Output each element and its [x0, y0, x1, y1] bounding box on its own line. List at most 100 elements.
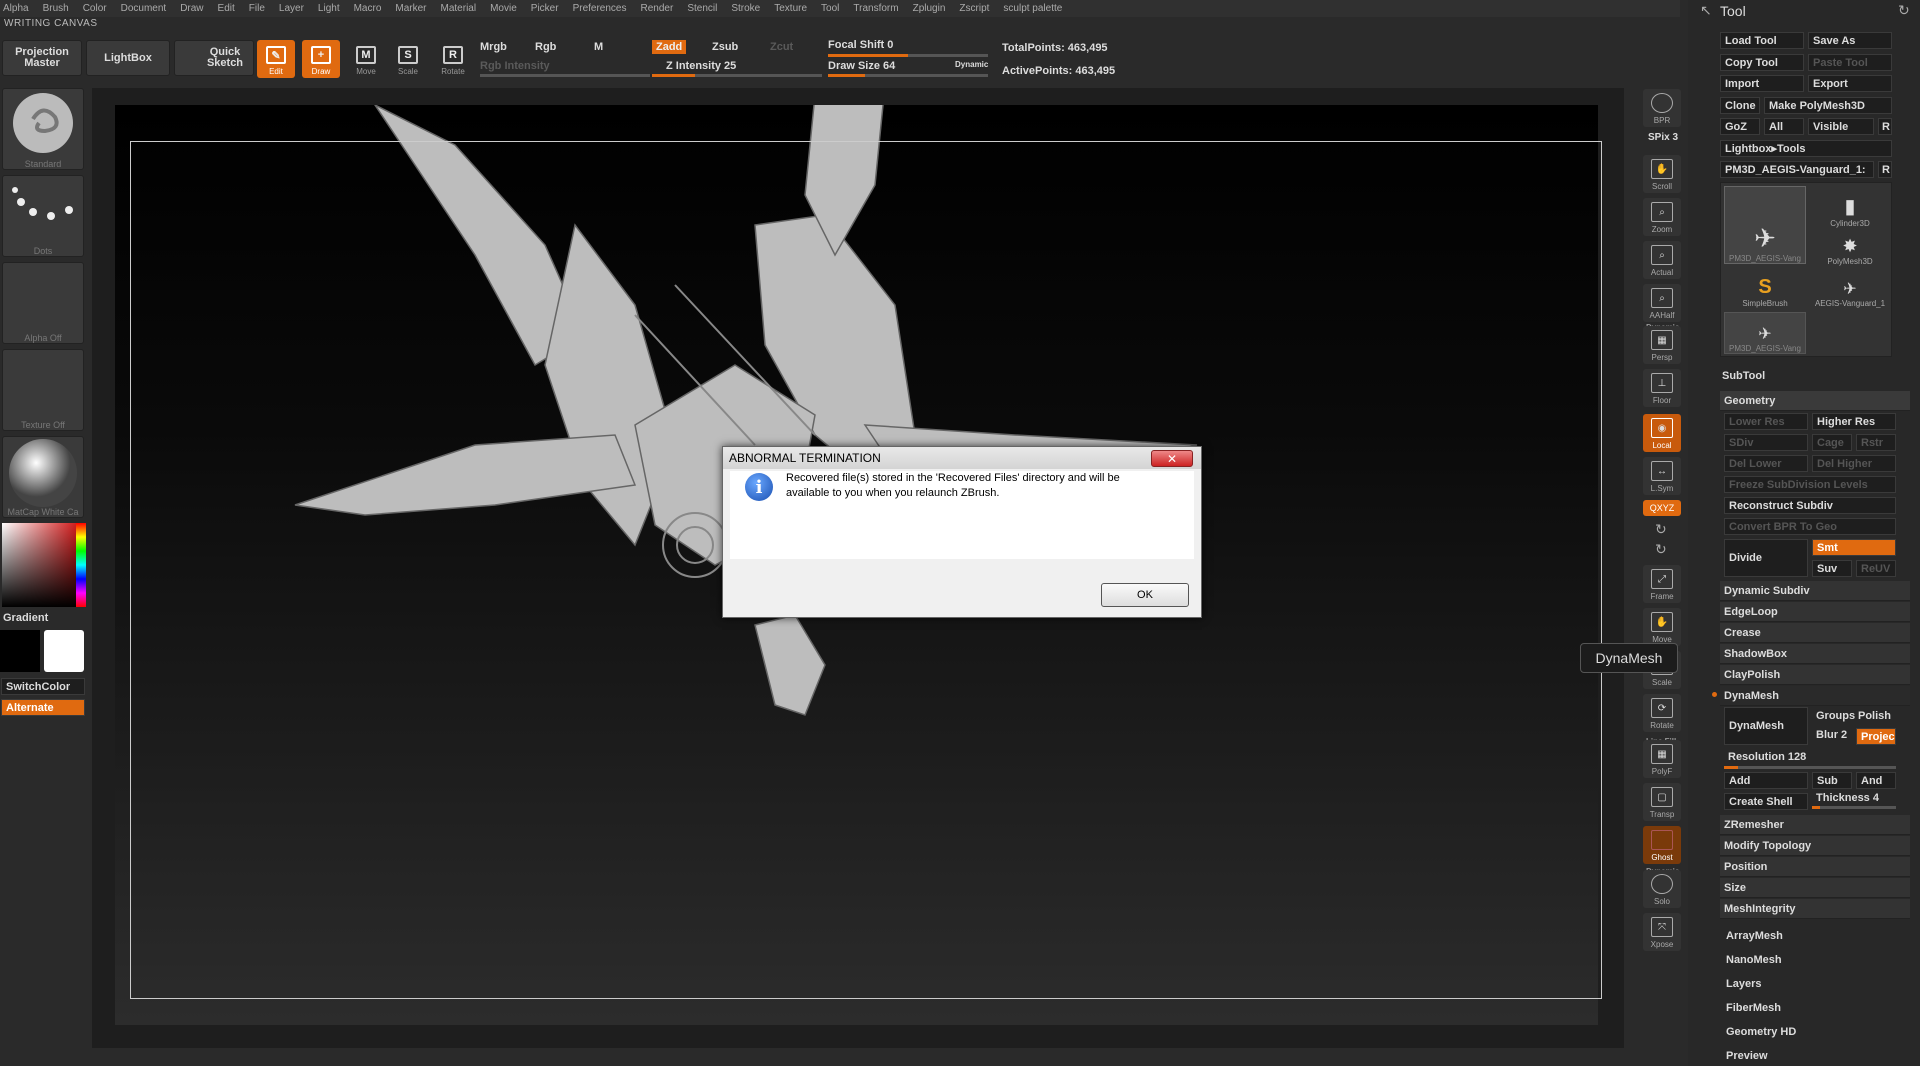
menu-stroke[interactable]: Stroke — [731, 3, 760, 14]
and-button[interactable]: And — [1856, 772, 1896, 789]
r-button[interactable]: R — [1878, 118, 1892, 135]
load-tool-button[interactable]: Load Tool — [1720, 32, 1804, 49]
sdiv-slider[interactable]: SDiv — [1724, 434, 1808, 451]
alpha-thumbnail[interactable]: Alpha Off — [2, 262, 84, 344]
switch-color-button[interactable]: SwitchColor — [1, 678, 85, 695]
tool-thumb-pm3d[interactable]: ✈ PM3D_AEGIS-Vang — [1724, 312, 1806, 354]
crease-section[interactable]: Crease — [1720, 623, 1910, 643]
claypolish-section[interactable]: ClayPolish — [1720, 665, 1910, 685]
resolution-track[interactable] — [1724, 766, 1896, 769]
make-polymesh-button[interactable]: Make PolyMesh3D — [1764, 97, 1892, 114]
smt-toggle[interactable]: Smt — [1812, 539, 1896, 556]
polish-toggle[interactable]: Polish — [1858, 710, 1891, 722]
edgeloop-section[interactable]: EdgeLoop — [1720, 602, 1910, 622]
floor-button[interactable]: ⊥ Floor — [1643, 369, 1681, 407]
menu-marker[interactable]: Marker — [395, 3, 426, 14]
local-button[interactable]: ◉ Local — [1643, 414, 1681, 452]
import-button[interactable]: Import — [1720, 75, 1804, 92]
position-section[interactable]: Position — [1720, 857, 1910, 877]
paste-tool-button[interactable]: Paste Tool — [1808, 54, 1892, 71]
draw-button[interactable]: + Draw — [302, 40, 340, 78]
m-toggle[interactable]: M — [594, 41, 603, 53]
zremesher-section[interactable]: ZRemesher — [1720, 815, 1910, 835]
dynamic-toggle[interactable]: Dynamic — [955, 60, 988, 69]
transp-button[interactable]: ▢ Transp — [1643, 783, 1681, 821]
freeze-subdivision-button[interactable]: Freeze SubDivision Levels — [1724, 476, 1896, 493]
scroll-button[interactable]: ✋ Scroll — [1643, 155, 1681, 193]
projection-master-button[interactable]: Projection Master — [2, 40, 82, 76]
menu-file[interactable]: File — [249, 3, 265, 14]
rgb-intensity-slider[interactable]: Rgb Intensity — [480, 60, 550, 72]
aahalf-button[interactable]: ⌕ AAHalf — [1643, 284, 1681, 322]
divide-button[interactable]: Divide — [1724, 539, 1808, 577]
move-button[interactable]: M Move — [347, 40, 385, 78]
texture-thumbnail[interactable]: Texture Off — [2, 349, 84, 431]
menu-zplugin[interactable]: Zplugin — [913, 3, 946, 14]
resolution-slider[interactable]: Resolution 128 — [1728, 751, 1806, 763]
ok-button[interactable]: OK — [1101, 583, 1189, 607]
rgb-toggle[interactable]: Rgb — [535, 41, 556, 53]
bpr-button[interactable]: BPR — [1643, 89, 1681, 127]
xyz-toggle[interactable]: QXYZ — [1643, 500, 1681, 516]
scale-button[interactable]: S Scale — [389, 40, 427, 78]
subtool-header[interactable]: SubTool — [1722, 370, 1765, 382]
all-button[interactable]: All — [1764, 118, 1804, 135]
rotate-y-icon[interactable]: ↻ — [1655, 521, 1667, 538]
export-button[interactable]: Export — [1808, 75, 1892, 92]
menu-movie[interactable]: Movie — [490, 3, 517, 14]
tool-thumb-polymesh[interactable]: ✸ PolyMesh3D — [1810, 230, 1890, 266]
focal-shift-slider[interactable]: Focal Shift 0 — [828, 39, 893, 51]
convert-bpr-button[interactable]: Convert BPR To Geo — [1724, 518, 1896, 535]
thickness-track[interactable] — [1812, 806, 1896, 809]
menu-sculpt-palette[interactable]: sculpt palette — [1003, 3, 1062, 14]
menu-preferences[interactable]: Preferences — [573, 3, 627, 14]
menu-document[interactable]: Document — [121, 3, 167, 14]
ghost-button[interactable]: Ghost — [1643, 826, 1681, 864]
primary-color-swatch[interactable] — [0, 630, 40, 672]
copy-tool-button[interactable]: Copy Tool — [1720, 54, 1804, 71]
lsym-button[interactable]: ↔ L.Sym — [1643, 457, 1681, 495]
clone-button[interactable]: Clone — [1720, 97, 1760, 114]
actual-button[interactable]: ⌕ Actual — [1643, 241, 1681, 279]
menu-stencil[interactable]: Stencil — [687, 3, 717, 14]
color-picker[interactable] — [2, 523, 86, 607]
menu-edit[interactable]: Edit — [218, 3, 235, 14]
menu-tool[interactable]: Tool — [821, 3, 839, 14]
meshintegrity-section[interactable]: MeshIntegrity — [1720, 899, 1910, 919]
brush-thumbnail[interactable]: Standard — [2, 88, 84, 170]
rotate-z-icon[interactable]: ↻ — [1655, 541, 1667, 558]
rgb-intensity-track[interactable] — [480, 74, 650, 77]
tool-thumb-aegis[interactable]: ✈ AEGIS-Vanguard_1 — [1810, 268, 1890, 308]
sub-button[interactable]: Sub — [1812, 772, 1852, 789]
menu-light[interactable]: Light — [318, 3, 340, 14]
menu-render[interactable]: Render — [641, 3, 674, 14]
alternate-button[interactable]: Alternate — [1, 699, 85, 716]
visible-button[interactable]: Visible — [1808, 118, 1874, 135]
lightbox-button[interactable]: LightBox — [86, 40, 170, 76]
geometry-header[interactable]: Geometry — [1720, 391, 1910, 411]
material-thumbnail[interactable]: MatCap White Ca — [2, 436, 84, 518]
tool-thumb-simplebrush[interactable]: S SimpleBrush — [1724, 268, 1806, 308]
fibermesh-header[interactable]: FiberMesh — [1726, 1002, 1781, 1014]
dynamesh-section[interactable]: DynaMesh — [1720, 686, 1910, 706]
dynamesh-button[interactable]: DynaMesh — [1724, 707, 1808, 745]
del-lower-button[interactable]: Del Lower — [1724, 455, 1808, 472]
cage-button[interactable]: Cage — [1812, 434, 1852, 451]
shadowbox-section[interactable]: ShadowBox — [1720, 644, 1910, 664]
layers-header[interactable]: Layers — [1726, 978, 1761, 990]
quick-sketch-button[interactable]: Quick Sketch — [174, 40, 254, 76]
current-tool-slider[interactable]: PM3D_AEGIS-Vanguard_1: — [1720, 161, 1874, 178]
edit-button[interactable]: ✎ Edit — [257, 40, 295, 78]
higher-res-button[interactable]: Higher Res — [1812, 413, 1896, 430]
pin-icon[interactable]: ↖ — [1700, 2, 1712, 19]
rstr-button[interactable]: Rstr — [1856, 434, 1896, 451]
zsub-toggle[interactable]: Zsub — [712, 41, 738, 53]
modify-topology-section[interactable]: Modify Topology — [1720, 836, 1910, 856]
rotate-view-button[interactable]: ⟳ Rotate — [1643, 694, 1681, 732]
focal-shift-track[interactable] — [828, 54, 988, 57]
add-button[interactable]: Add — [1724, 772, 1808, 789]
dynamic-subdiv-section[interactable]: Dynamic Subdiv — [1720, 581, 1910, 601]
spix-slider[interactable]: SPix 3 — [1648, 132, 1678, 143]
mrgb-toggle[interactable]: Mrgb — [480, 41, 507, 53]
zadd-toggle[interactable]: Zadd — [652, 40, 687, 54]
